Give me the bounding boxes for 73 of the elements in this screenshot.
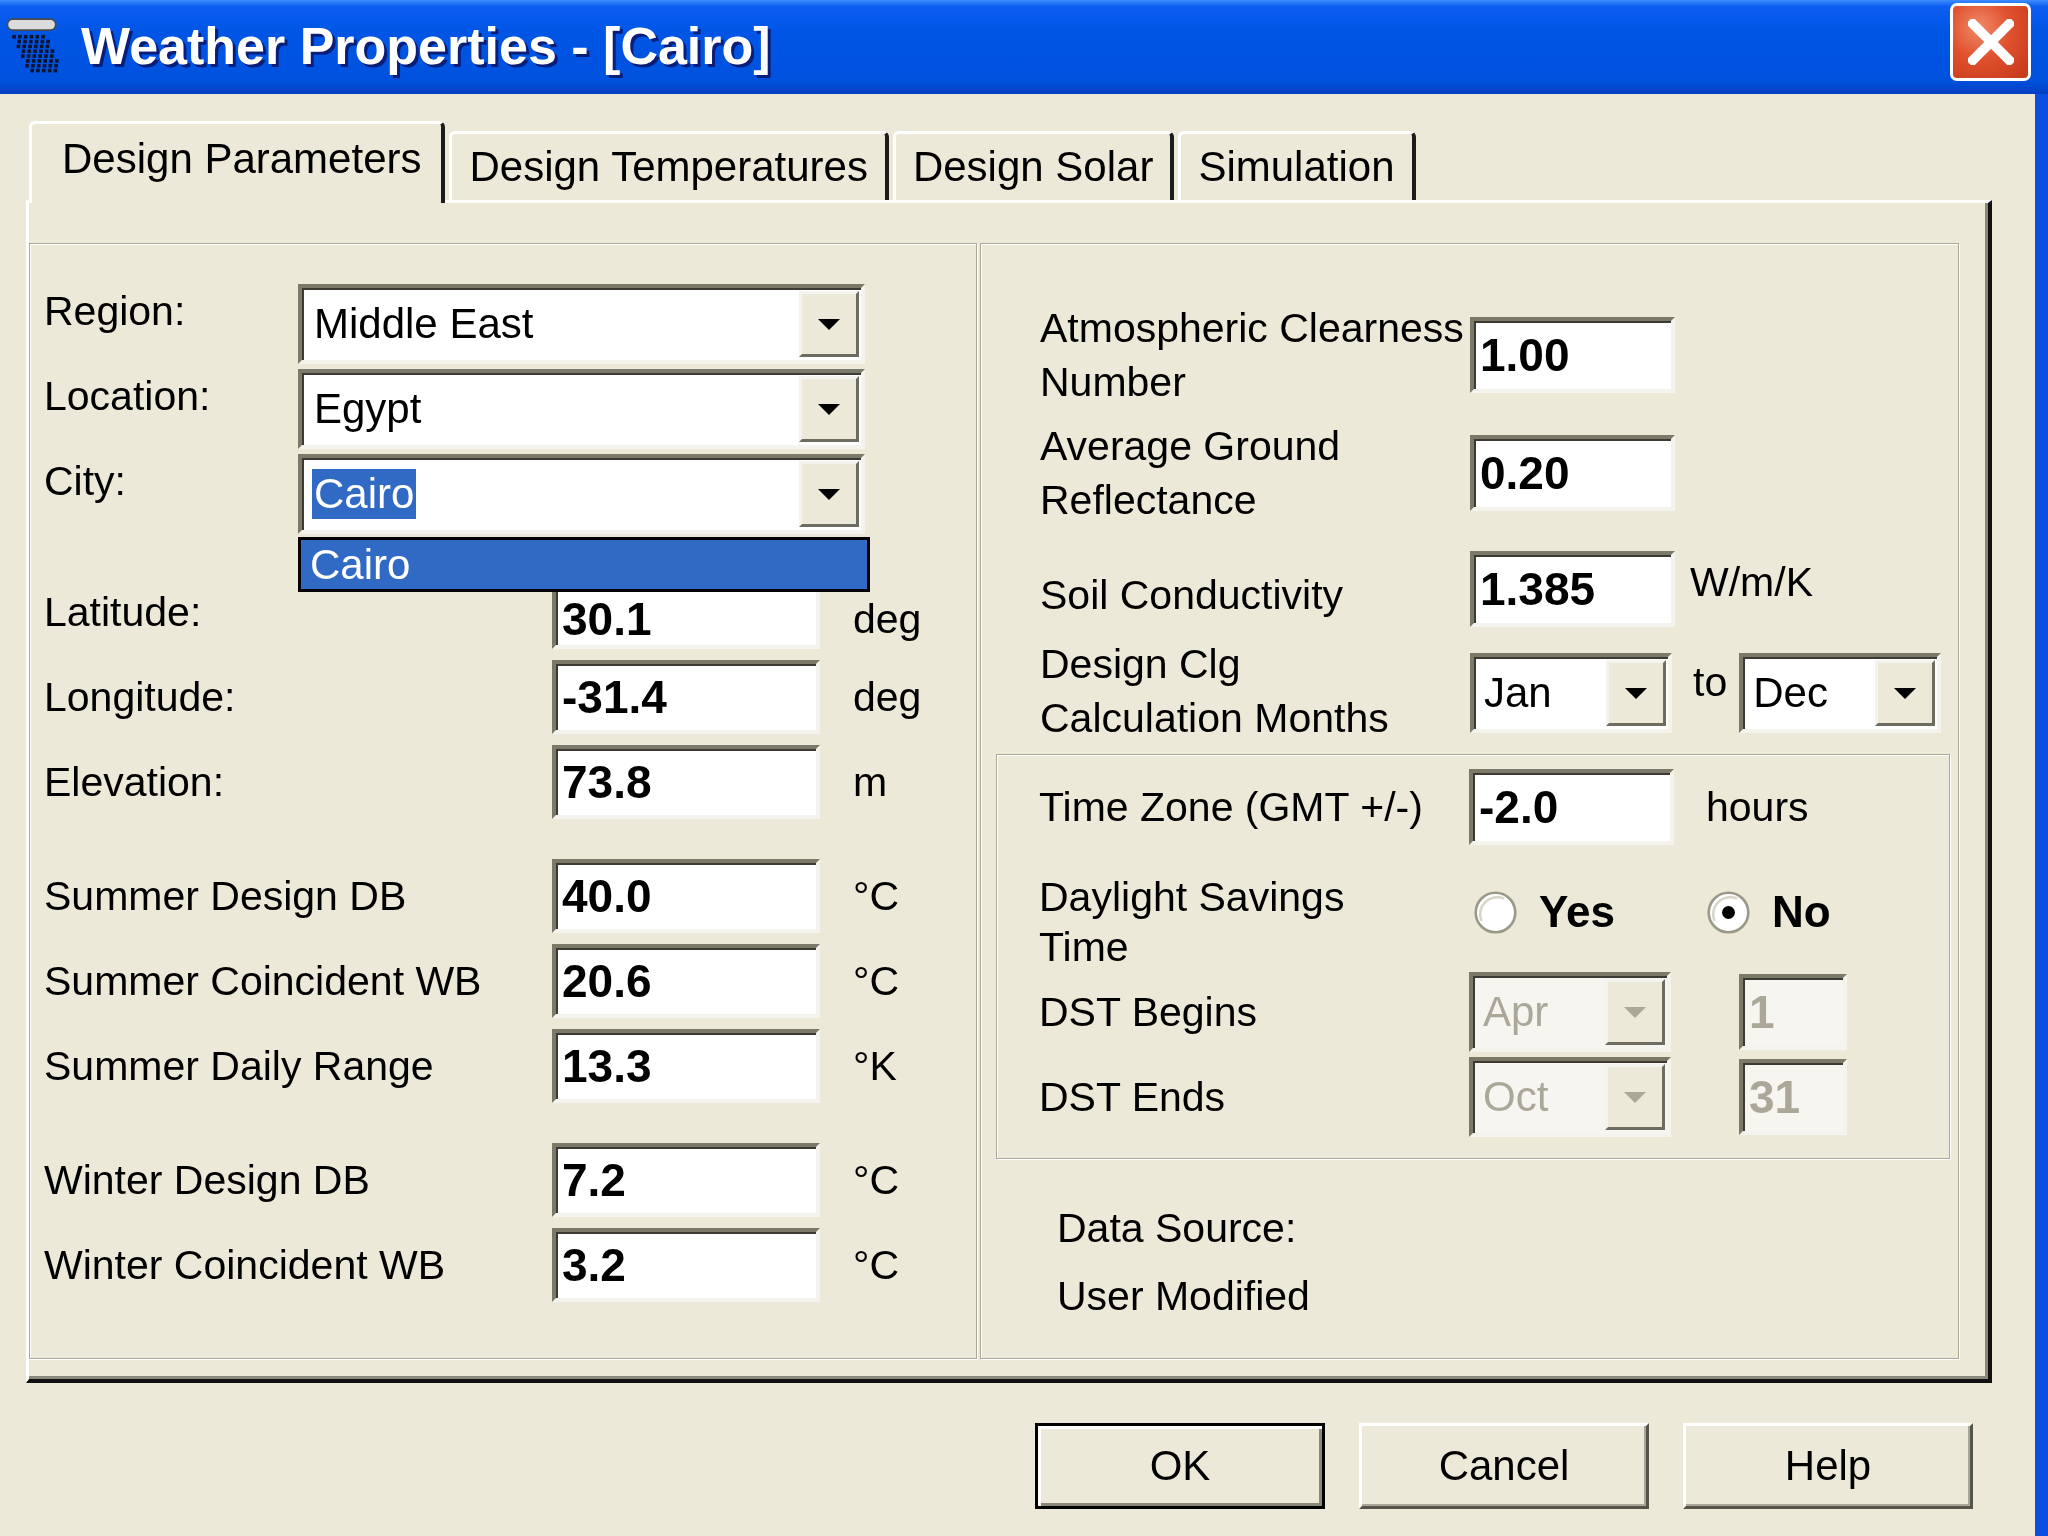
data-source-label: Data Source:	[1057, 1204, 1298, 1253]
field-label: Daylight Savings Time	[1039, 873, 1346, 972]
window-title: Weather Properties - [Cairo]	[81, 17, 771, 77]
caret-icon	[1624, 1006, 1646, 1018]
field-label: Summer Coincident WB	[44, 957, 483, 1006]
field-label: Location:	[44, 372, 212, 421]
dropdown-button[interactable]	[1606, 660, 1666, 726]
caret-icon	[1624, 1091, 1646, 1103]
tab[interactable]: Simulation	[1178, 131, 1416, 200]
input-field[interactable]: 13.3	[552, 1029, 820, 1103]
radio-option[interactable]: Yes	[1474, 890, 1615, 934]
dropdown-field[interactable]: Middle East	[298, 284, 865, 364]
caret-icon	[1894, 687, 1917, 699]
caret-icon	[818, 488, 840, 500]
caret-icon	[818, 403, 840, 415]
input-field[interactable]: 20.6	[552, 944, 820, 1018]
unit-label: °C	[853, 1156, 900, 1204]
input-field[interactable]: 73.8	[552, 745, 820, 819]
field-label: Atmospheric Clearness Number	[1040, 304, 1465, 407]
list-option[interactable]: Cairo	[301, 540, 867, 589]
field-label: Elevation:	[44, 758, 226, 807]
input-field[interactable]: -2.0	[1469, 769, 1674, 845]
data-source-value: User Modified	[1057, 1272, 1311, 1321]
radio-option[interactable]: No	[1706, 890, 1831, 934]
unit-label: °C	[853, 957, 900, 1005]
dropdown-field[interactable]: Dec	[1739, 653, 1942, 733]
unit-label: °C	[853, 1241, 900, 1289]
field-label: DST Begins	[1039, 988, 1258, 1037]
close-button[interactable]	[1950, 3, 2031, 81]
field-label: City:	[44, 457, 127, 506]
dropdown-button[interactable]	[1875, 660, 1936, 726]
dialog-button[interactable]: Help	[1683, 1423, 1973, 1509]
field-label: Summer Daily Range	[44, 1042, 435, 1091]
tab[interactable]: Design Parameters	[29, 121, 446, 203]
field-label: Winter Coincident WB	[44, 1241, 446, 1290]
field-label: Region:	[44, 287, 187, 336]
input-field[interactable]: 3.2	[552, 1228, 820, 1302]
dropdown-button[interactable]	[799, 376, 859, 442]
input-field[interactable]: -31.4	[552, 660, 820, 734]
field-label: Winter Design DB	[44, 1156, 371, 1205]
dialog-button[interactable]: OK	[1035, 1423, 1325, 1509]
unit-label: W/m/K	[1690, 558, 1814, 607]
field-label: Summer Design DB	[44, 872, 408, 921]
dropdown-button[interactable]	[799, 291, 859, 357]
close-icon	[1967, 19, 2014, 65]
unit-label: deg	[853, 673, 923, 721]
dropdown-field[interactable]: Jan	[1470, 653, 1672, 733]
input-field[interactable]: 40.0	[552, 859, 820, 933]
caret-icon	[1625, 687, 1647, 699]
field-label: Average Ground Reflectance	[1040, 422, 1342, 525]
unit-label: deg	[853, 594, 923, 640]
dropdown-button[interactable]	[799, 461, 859, 527]
unit-label: hours	[1706, 783, 1810, 831]
field-label: Time Zone (GMT +/-)	[1039, 783, 1424, 832]
tab[interactable]: Design Temperatures	[449, 131, 889, 200]
caret-icon	[818, 318, 840, 330]
separator-text: to	[1693, 658, 1728, 707]
tab[interactable]: Design Solar	[892, 131, 1175, 200]
input-field[interactable]: 1.385	[1470, 551, 1675, 627]
unit-label: m	[853, 758, 889, 806]
field-label: Longitude:	[44, 673, 237, 722]
input-field[interactable]: 1.00	[1470, 317, 1675, 393]
input-field[interactable]: 0.20	[1470, 435, 1675, 511]
dropdown-field[interactable]: Cairo	[298, 454, 865, 534]
field-label: Design Clg Calculation Months	[1040, 640, 1390, 743]
unit-label: °C	[853, 872, 900, 920]
dropdown-field[interactable]: Egypt	[298, 369, 865, 449]
field-label: DST Ends	[1039, 1073, 1227, 1122]
field-label: Latitude:	[44, 588, 203, 637]
dialog-button[interactable]: Cancel	[1359, 1423, 1649, 1509]
input-field[interactable]: 7.2	[552, 1143, 820, 1217]
unit-label: °K	[853, 1042, 898, 1090]
field-label: Soil Conductivity	[1040, 571, 1345, 620]
